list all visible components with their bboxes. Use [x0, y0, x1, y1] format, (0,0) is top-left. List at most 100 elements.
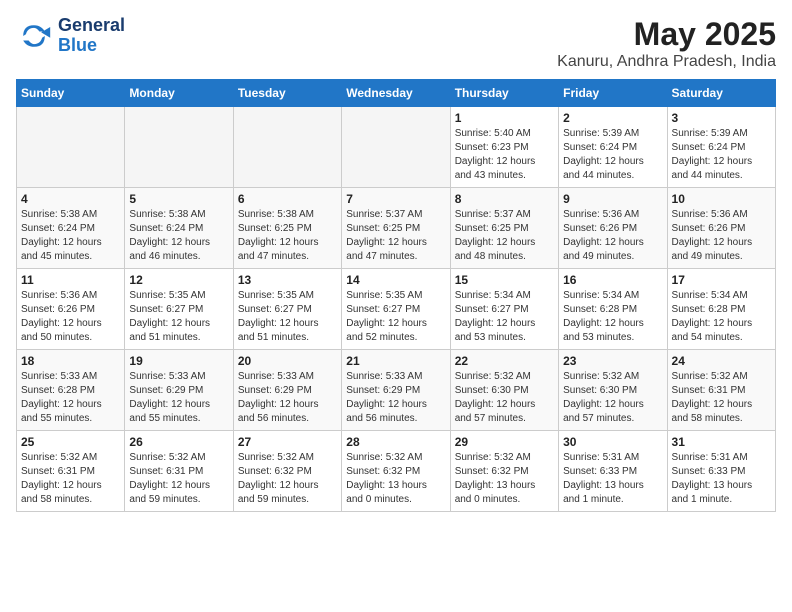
day-info: Sunrise: 5:33 AM Sunset: 6:29 PM Dayligh… — [129, 370, 228, 426]
calendar-cell: 18 Sunrise: 5:33 AM Sunset: 6:28 PM Dayli… — [17, 350, 125, 431]
day-info: Sunrise: 5:34 AM Sunset: 6:28 PM Dayligh… — [672, 289, 771, 345]
day-info: Sunrise: 5:36 AM Sunset: 6:26 PM Dayligh… — [672, 208, 771, 264]
day-info: Sunrise: 5:36 AM Sunset: 6:26 PM Dayligh… — [21, 289, 120, 345]
calendar-week-4: 18 Sunrise: 5:33 AM Sunset: 6:28 PM Dayli… — [17, 350, 776, 431]
day-info: Sunrise: 5:39 AM Sunset: 6:24 PM Dayligh… — [563, 127, 662, 183]
calendar-cell: 27 Sunrise: 5:32 AM Sunset: 6:32 PM Dayli… — [233, 431, 341, 512]
calendar-cell: 9 Sunrise: 5:36 AM Sunset: 6:26 PM Daylig… — [559, 188, 667, 269]
day-info: Sunrise: 5:33 AM Sunset: 6:29 PM Dayligh… — [238, 370, 337, 426]
day-number: 13 — [238, 273, 337, 287]
day-number: 24 — [672, 354, 771, 368]
day-number: 2 — [563, 111, 662, 125]
day-number: 21 — [346, 354, 445, 368]
calendar-cell: 28Sunrise: 5:32 AM Sunset: 6:32 PM Dayli… — [342, 431, 450, 512]
day-info: Sunrise: 5:34 AM Sunset: 6:28 PM Dayligh… — [563, 289, 662, 345]
day-number: 3 — [672, 111, 771, 125]
calendar-cell: 23 Sunrise: 5:32 AM Sunset: 6:30 PM Dayli… — [559, 350, 667, 431]
day-info: Sunrise: 5:31 AM Sunset: 6:33 PM Dayligh… — [563, 451, 662, 507]
weekday-thursday: Thursday — [450, 80, 558, 107]
day-info: Sunrise: 5:32 AM Sunset: 6:31 PM Dayligh… — [129, 451, 228, 507]
day-number: 12 — [129, 273, 228, 287]
day-number: 9 — [563, 192, 662, 206]
calendar-cell: 4 Sunrise: 5:38 AM Sunset: 6:24 PM Daylig… — [17, 188, 125, 269]
calendar-cell: 11 Sunrise: 5:36 AM Sunset: 6:26 PM Dayli… — [17, 269, 125, 350]
calendar-cell: 25 Sunrise: 5:32 AM Sunset: 6:31 PM Dayli… — [17, 431, 125, 512]
calendar-cell — [342, 107, 450, 188]
day-number: 18 — [21, 354, 120, 368]
calendar-cell: 20 Sunrise: 5:33 AM Sunset: 6:29 PM Dayli… — [233, 350, 341, 431]
day-number: 23 — [563, 354, 662, 368]
day-info: Sunrise: 5:32 AM Sunset: 6:31 PM Dayligh… — [21, 451, 120, 507]
calendar-cell: 7 Sunrise: 5:37 AM Sunset: 6:25 PM Daylig… — [342, 188, 450, 269]
day-number: 8 — [455, 192, 554, 206]
calendar-cell: 22Sunrise: 5:32 AM Sunset: 6:30 PM Dayli… — [450, 350, 558, 431]
day-info: Sunrise: 5:39 AM Sunset: 6:24 PM Dayligh… — [672, 127, 771, 183]
day-number: 10 — [672, 192, 771, 206]
day-info: Sunrise: 5:34 AM Sunset: 6:27 PM Dayligh… — [455, 289, 554, 345]
calendar-week-5: 25 Sunrise: 5:32 AM Sunset: 6:31 PM Dayli… — [17, 431, 776, 512]
day-info: Sunrise: 5:35 AM Sunset: 6:27 PM Dayligh… — [346, 289, 445, 345]
calendar-cell: 8Sunrise: 5:37 AM Sunset: 6:25 PM Daylig… — [450, 188, 558, 269]
day-info: Sunrise: 5:32 AM Sunset: 6:32 PM Dayligh… — [455, 451, 554, 507]
day-number: 28 — [346, 435, 445, 449]
calendar-cell: 12 Sunrise: 5:35 AM Sunset: 6:27 PM Dayli… — [125, 269, 233, 350]
day-number: 17 — [672, 273, 771, 287]
weekday-sunday: Sunday — [17, 80, 125, 107]
day-number: 7 — [346, 192, 445, 206]
calendar-cell: 6Sunrise: 5:38 AM Sunset: 6:25 PM Daylig… — [233, 188, 341, 269]
day-info: Sunrise: 5:38 AM Sunset: 6:24 PM Dayligh… — [129, 208, 228, 264]
calendar-cell — [125, 107, 233, 188]
day-info: Sunrise: 5:38 AM Sunset: 6:24 PM Dayligh… — [21, 208, 120, 264]
month-title: May 2025 — [557, 16, 776, 53]
day-info: Sunrise: 5:32 AM Sunset: 6:31 PM Dayligh… — [672, 370, 771, 426]
day-number: 22 — [455, 354, 554, 368]
logo-text: General Blue — [58, 16, 125, 56]
day-info: Sunrise: 5:36 AM Sunset: 6:26 PM Dayligh… — [563, 208, 662, 264]
weekday-friday: Friday — [559, 80, 667, 107]
calendar-cell: 1 Sunrise: 5:40 AM Sunset: 6:23 PM Daylig… — [450, 107, 558, 188]
calendar-cell: 31Sunrise: 5:31 AM Sunset: 6:33 PM Dayli… — [667, 431, 775, 512]
day-number: 1 — [455, 111, 554, 125]
day-info: Sunrise: 5:32 AM Sunset: 6:32 PM Dayligh… — [238, 451, 337, 507]
day-number: 16 — [563, 273, 662, 287]
day-info: Sunrise: 5:33 AM Sunset: 6:28 PM Dayligh… — [21, 370, 120, 426]
calendar-cell: 15 Sunrise: 5:34 AM Sunset: 6:27 PM Dayli… — [450, 269, 558, 350]
calendar-table: SundayMondayTuesdayWednesdayThursdayFrid… — [16, 79, 776, 512]
calendar-cell: 17 Sunrise: 5:34 AM Sunset: 6:28 PM Dayli… — [667, 269, 775, 350]
day-number: 4 — [21, 192, 120, 206]
day-number: 29 — [455, 435, 554, 449]
calendar-week-3: 11 Sunrise: 5:36 AM Sunset: 6:26 PM Dayli… — [17, 269, 776, 350]
day-info: Sunrise: 5:37 AM Sunset: 6:25 PM Dayligh… — [346, 208, 445, 264]
weekday-monday: Monday — [125, 80, 233, 107]
day-number: 15 — [455, 273, 554, 287]
calendar-cell: 13 Sunrise: 5:35 AM Sunset: 6:27 PM Dayli… — [233, 269, 341, 350]
day-number: 20 — [238, 354, 337, 368]
calendar-cell — [233, 107, 341, 188]
weekday-saturday: Saturday — [667, 80, 775, 107]
logo: General Blue — [16, 16, 125, 56]
location-title: Kanuru, Andhra Pradesh, India — [557, 53, 776, 71]
calendar-cell: 29 Sunrise: 5:32 AM Sunset: 6:32 PM Dayli… — [450, 431, 558, 512]
calendar-cell: 16 Sunrise: 5:34 AM Sunset: 6:28 PM Dayli… — [559, 269, 667, 350]
calendar-cell: 2 Sunrise: 5:39 AM Sunset: 6:24 PM Daylig… — [559, 107, 667, 188]
day-number: 27 — [238, 435, 337, 449]
day-number: 25 — [21, 435, 120, 449]
day-number: 11 — [21, 273, 120, 287]
day-info: Sunrise: 5:35 AM Sunset: 6:27 PM Dayligh… — [129, 289, 228, 345]
day-info: Sunrise: 5:32 AM Sunset: 6:30 PM Dayligh… — [563, 370, 662, 426]
calendar-cell: 19Sunrise: 5:33 AM Sunset: 6:29 PM Dayli… — [125, 350, 233, 431]
weekday-tuesday: Tuesday — [233, 80, 341, 107]
day-number: 26 — [129, 435, 228, 449]
day-number: 30 — [563, 435, 662, 449]
calendar-week-2: 4 Sunrise: 5:38 AM Sunset: 6:24 PM Daylig… — [17, 188, 776, 269]
calendar-cell: 24 Sunrise: 5:32 AM Sunset: 6:31 PM Dayli… — [667, 350, 775, 431]
calendar-cell: 21 Sunrise: 5:33 AM Sunset: 6:29 PM Dayli… — [342, 350, 450, 431]
weekday-header-row: SundayMondayTuesdayWednesdayThursdayFrid… — [17, 80, 776, 107]
day-info: Sunrise: 5:38 AM Sunset: 6:25 PM Dayligh… — [238, 208, 337, 264]
day-info: Sunrise: 5:40 AM Sunset: 6:23 PM Dayligh… — [455, 127, 554, 183]
logo-icon — [16, 18, 52, 54]
page-header: General Blue May 2025 Kanuru, Andhra Pra… — [16, 16, 776, 71]
day-info: Sunrise: 5:33 AM Sunset: 6:29 PM Dayligh… — [346, 370, 445, 426]
calendar-cell: 5Sunrise: 5:38 AM Sunset: 6:24 PM Daylig… — [125, 188, 233, 269]
day-info: Sunrise: 5:35 AM Sunset: 6:27 PM Dayligh… — [238, 289, 337, 345]
